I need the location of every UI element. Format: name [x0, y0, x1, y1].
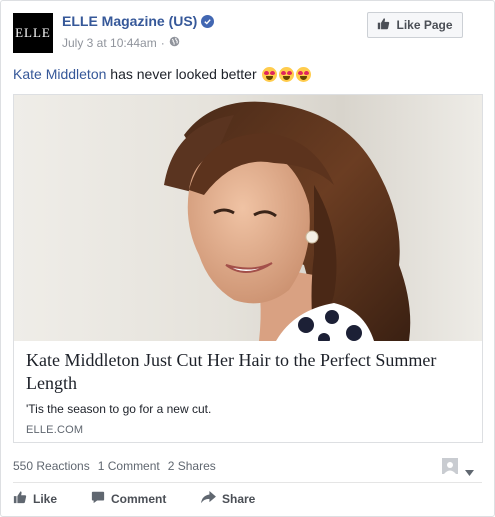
comment-icon	[91, 490, 105, 507]
share-label: Share	[222, 491, 256, 506]
thumbs-up-icon	[377, 17, 390, 33]
verified-badge-icon	[201, 14, 215, 28]
heart-eyes-emoji-icon	[295, 66, 311, 82]
page-avatar-logo[interactable]: ELLE	[13, 13, 53, 53]
reactions-count[interactable]: 550 Reactions	[13, 459, 90, 473]
thumbs-up-icon	[13, 490, 27, 507]
shares-count[interactable]: 2 Shares	[168, 459, 216, 473]
meta-separator: ·	[160, 36, 165, 50]
article-domain: ELLE.COM	[26, 424, 84, 436]
comment-button[interactable]: Comment	[91, 490, 201, 507]
actions-divider	[13, 482, 482, 483]
mention-link[interactable]: Kate Middleton	[13, 64, 106, 84]
like-page-label: Like Page	[396, 18, 453, 32]
page-name-text[interactable]: ELLE Magazine (US)	[62, 13, 197, 29]
post-action-bar: Like Comment Share	[13, 490, 255, 507]
chevron-down-icon[interactable]	[465, 463, 474, 481]
comment-label: Comment	[111, 491, 167, 506]
post-timestamp[interactable]: July 3 at 10:44am	[62, 36, 157, 50]
heart-eyes-emoji-icon	[278, 66, 294, 82]
post-meta: July 3 at 10:44am ·	[62, 36, 180, 50]
comments-count[interactable]: 1 Comment	[98, 459, 160, 473]
share-button[interactable]: Share	[201, 490, 255, 507]
viewer-avatar-icon[interactable]	[442, 458, 458, 474]
globe-icon	[169, 36, 180, 50]
article-description: 'Tis the season to go for a new cut.	[26, 402, 212, 416]
share-arrow-icon	[201, 490, 216, 507]
post-card: ELLE ELLE Magazine (US) July 3 at 10:44a…	[0, 0, 495, 517]
like-button[interactable]: Like	[13, 490, 91, 507]
article-photo[interactable]	[14, 95, 482, 341]
article-title[interactable]: Kate Middleton Just Cut Her Hair to the …	[26, 349, 466, 395]
like-label: Like	[33, 491, 58, 506]
like-page-button[interactable]: Like Page	[367, 12, 463, 38]
engagement-stats: 550 Reactions 1 Comment 2 Shares	[13, 459, 216, 473]
link-attachment[interactable]: Kate Middleton Just Cut Her Hair to the …	[13, 94, 483, 443]
page-name-link[interactable]: ELLE Magazine (US)	[62, 13, 215, 29]
post-message: Kate Middleton has never looked better	[13, 64, 311, 84]
message-text: has never looked better	[106, 66, 257, 82]
heart-eyes-emoji-icon	[261, 66, 277, 82]
